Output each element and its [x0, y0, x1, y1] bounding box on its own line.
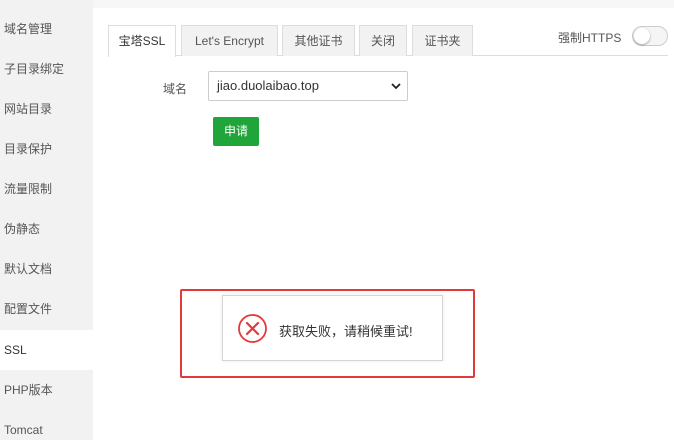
toggle-knob	[634, 28, 650, 44]
chevron-down-icon	[390, 72, 402, 100]
sidebar-item-directory-protection[interactable]: 目录保护	[0, 129, 93, 169]
sidebar-item-site-directory[interactable]: 网站目录	[0, 89, 93, 129]
site-settings-sidebar: 域名管理 子目录绑定 网站目录 目录保护 流量限制 伪静态 默认文档 配置文件 …	[0, 0, 93, 440]
force-https-label: 强制HTTPS	[558, 31, 622, 45]
tab-baota-ssl[interactable]: 宝塔SSL	[108, 25, 176, 57]
sidebar-item-php-version[interactable]: PHP版本	[0, 370, 93, 410]
sidebar-item-default-document[interactable]: 默认文档	[0, 249, 93, 289]
sidebar-item-subdirectory-binding[interactable]: 子目录绑定	[0, 49, 93, 89]
error-x-icon	[237, 313, 268, 344]
tab-certificate-folder[interactable]: 证书夹	[412, 25, 473, 56]
sidebar-item-ssl[interactable]: SSL	[0, 330, 93, 370]
force-https-toggle[interactable]	[632, 26, 668, 46]
domain-label: 域名	[163, 82, 188, 96]
sidebar-item-domain-management[interactable]: 域名管理	[0, 9, 93, 49]
tab-other-certificate[interactable]: 其他证书	[282, 25, 355, 56]
domain-select[interactable]: jiao.duolaibao.top	[208, 71, 408, 101]
top-strip	[93, 0, 674, 8]
tab-close[interactable]: 关闭	[359, 25, 407, 56]
domain-select-value: jiao.duolaibao.top	[217, 78, 319, 93]
sidebar-item-rewrite[interactable]: 伪静态	[0, 209, 93, 249]
toast-message: 获取失败，请稍候重试!	[279, 324, 413, 339]
ssl-settings-panel: 域名管理 子目录绑定 网站目录 目录保护 流量限制 伪静态 默认文档 配置文件 …	[0, 0, 674, 440]
sidebar-item-traffic-limit[interactable]: 流量限制	[0, 169, 93, 209]
error-toast: 获取失败，请稍候重试!	[222, 295, 443, 361]
apply-button[interactable]: 申请	[213, 117, 259, 146]
tab-lets-encrypt[interactable]: Let's Encrypt	[181, 25, 278, 56]
sidebar-item-tomcat[interactable]: Tomcat	[0, 410, 93, 440]
sidebar-item-config-file[interactable]: 配置文件	[0, 289, 93, 329]
